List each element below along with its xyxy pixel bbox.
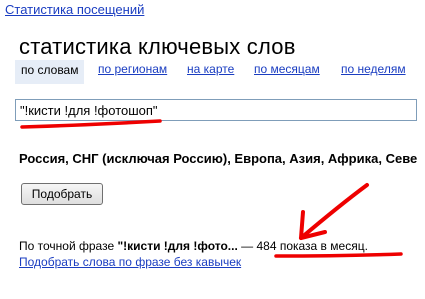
arrow-shaft-mark: [299, 183, 369, 240]
submit-button[interactable]: Подобрать: [21, 183, 103, 205]
tab-by-regions[interactable]: по регионам: [98, 60, 167, 82]
result-prefix: По точной фразе: [19, 239, 118, 253]
regions-selection: Россия, СНГ (исключая Россию), Европа, А…: [19, 151, 418, 166]
tab-by-weeks[interactable]: по неделям: [341, 60, 406, 82]
tab-by-months[interactable]: по месяцам: [254, 60, 320, 82]
impressions-count: 484 показа в месяц.: [256, 239, 368, 253]
arrow-head-mark: [299, 210, 327, 240]
result-phrase: "!кисти !для !фото...: [117, 239, 238, 253]
tab-on-map[interactable]: на карте: [187, 60, 234, 82]
page-title: статистика ключевых слов: [19, 34, 296, 59]
result-line: По точной фразе "!кисти !для !фото... — …: [19, 239, 368, 253]
visit-stats-link[interactable]: Статистика посещений: [5, 2, 144, 17]
keyword-search-input[interactable]: [15, 99, 417, 121]
without-quotes-link[interactable]: Подобрать слова по фразе без кавычек: [19, 255, 241, 269]
input-underline-mark: [20, 119, 162, 129]
result-dash: —: [237, 239, 257, 253]
tab-by-words[interactable]: по словам: [15, 60, 85, 84]
count-underline-mark: [274, 252, 403, 258]
